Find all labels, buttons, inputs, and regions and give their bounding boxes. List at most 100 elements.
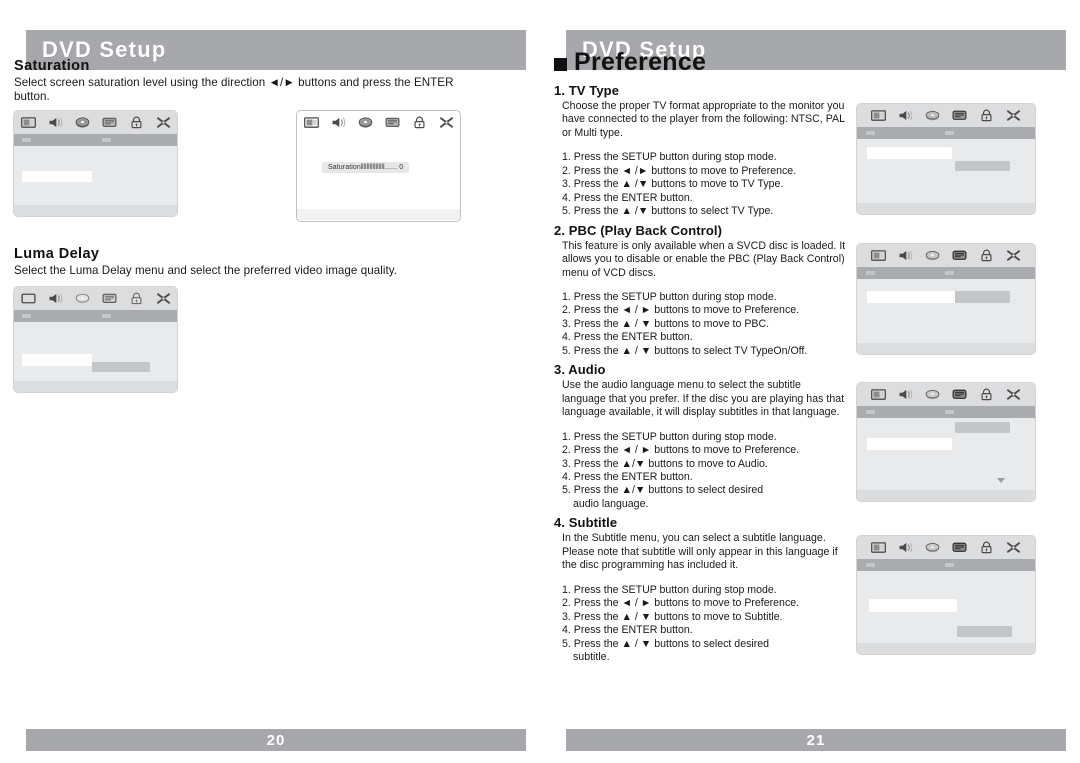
osd-highlight-row	[22, 354, 92, 367]
tv-icon	[303, 117, 319, 129]
item-heading: 3. Audio	[554, 362, 606, 378]
speaker-icon	[899, 110, 912, 121]
tools-icon	[1006, 249, 1020, 261]
osd-icon-bar	[856, 383, 1035, 407]
osd-selection-row	[954, 422, 1010, 434]
tools-icon	[1006, 542, 1020, 554]
step-item: 2. Press the ◄ /► buttons to move to Pre…	[562, 164, 797, 177]
tab-marker	[865, 131, 875, 135]
osd-body	[856, 571, 1035, 655]
item-description: This feature is only available when a SV…	[562, 239, 846, 279]
disc-icon	[75, 294, 89, 304]
tab-marker	[944, 410, 954, 415]
saturation-slider-chip[interactable]: Saturation‖‖‖‖‖‖‖‖...... 0	[322, 162, 410, 174]
item-heading: 4. Subtitle	[554, 515, 618, 531]
tab-marker	[102, 314, 111, 319]
step-item: 4. Press the ENTER button.	[562, 191, 693, 204]
item-description: Choose the proper TV format appropriate …	[562, 100, 845, 139]
osd-selection-row	[956, 626, 1012, 638]
step-item-continuation: audio language.	[573, 497, 649, 510]
lock-icon	[131, 293, 141, 305]
osd-body: Saturation‖‖‖‖‖‖‖‖...... 0	[297, 134, 460, 221]
osd-tab-bar	[14, 134, 177, 147]
saturation-menu-screen	[14, 111, 177, 217]
disc-icon	[925, 390, 939, 400]
speaker-icon	[899, 543, 912, 553]
osd-footer-bar	[14, 381, 177, 393]
osd-body	[14, 322, 177, 393]
tv-icon	[870, 389, 886, 401]
osd-icon-bar	[14, 111, 177, 135]
item-screenshot-column	[856, 240, 1035, 359]
step-item: 2. Press the ◄ / ► buttons to move to Pr…	[562, 444, 800, 457]
osd-footer-bar	[14, 205, 177, 217]
osd-body	[856, 278, 1035, 354]
osd-tab-bar	[856, 127, 1035, 139]
display-icon	[102, 117, 116, 128]
page-number: 20	[266, 731, 286, 749]
left-page-content: Saturation Select screen saturation leve…	[14, 58, 484, 398]
lock-icon	[981, 109, 992, 122]
display-icon	[952, 389, 967, 400]
tv-type-osd-screen	[856, 104, 1035, 214]
saturation-value: 0	[399, 164, 404, 172]
osd-body	[856, 418, 1035, 502]
pbc-osd-screen	[856, 243, 1035, 354]
osd-selection-row	[954, 161, 1010, 171]
disc-icon	[75, 117, 89, 128]
item-steps: 1. Press the SETUP button during stop mo…	[562, 431, 847, 512]
lock-icon	[413, 116, 425, 129]
osd-footer-bar	[856, 643, 1035, 655]
section-saturation: Saturation Select screen saturation leve…	[14, 58, 484, 224]
osd-selection-row	[954, 290, 1010, 303]
disc-icon	[925, 250, 939, 260]
saturation-label: Saturation	[328, 164, 361, 172]
item-screenshot-column	[856, 100, 1035, 219]
tab-marker	[22, 138, 31, 143]
step-item: 5. Press the ▲ /▼ buttons to select TV T…	[562, 205, 774, 218]
item-heading: 1. TV Type	[554, 83, 620, 98]
section-description: Select the Luma Delay menu and select th…	[14, 264, 397, 278]
osd-selection-row	[92, 362, 150, 373]
step-item: 3. Press the ▲/▼ buttons to move to Audi…	[562, 457, 768, 470]
audio-osd-screen	[856, 383, 1035, 502]
manual-page-spread: DVD Setup Saturation Select screen satur…	[0, 0, 1080, 763]
preference-title: Preference	[574, 48, 707, 76]
osd-body	[856, 139, 1035, 214]
osd-highlight-row	[868, 599, 957, 613]
scroll-down-caret-icon	[996, 478, 1005, 484]
tools-icon	[439, 117, 453, 128]
step-item: 4. Press the ENTER button.	[562, 470, 693, 483]
lock-icon	[981, 388, 992, 401]
section-heading: Luma Delay	[14, 246, 100, 263]
item-pbc: 2. PBC (Play Back Control) This feature …	[554, 223, 1035, 359]
tab-marker	[865, 270, 875, 275]
tools-icon	[1006, 110, 1020, 121]
tab-marker	[22, 314, 31, 319]
step-item: 1. Press the SETUP button during stop mo…	[562, 583, 777, 596]
left-page-footer: 20	[26, 729, 526, 751]
speaker-icon	[899, 389, 912, 400]
step-item: 3. Press the ▲ / ▼ buttons to move to PB…	[562, 317, 770, 330]
item-audio: 3. Audio Use the audio language menu to …	[554, 362, 1035, 512]
item-steps: 1. Press the SETUP button during stop mo…	[562, 151, 847, 218]
display-icon	[952, 542, 967, 553]
step-item: 4. Press the ENTER button.	[562, 331, 693, 344]
step-item: 5. Press the ▲ / ▼ buttons to select des…	[562, 637, 770, 650]
osd-highlight-row	[866, 290, 955, 303]
tv-icon	[20, 293, 36, 304]
step-item: 1. Press the SETUP button during stop mo…	[562, 290, 777, 303]
section-heading: Saturation	[14, 58, 90, 74]
lock-icon	[130, 116, 142, 129]
right-page: DVD Setup Preference 1. TV Type Choose t…	[540, 0, 1080, 763]
left-page: DVD Setup Saturation Select screen satur…	[0, 0, 540, 763]
osd-icon-bar	[297, 111, 460, 135]
step-item: 5. Press the ▲ / ▼ buttons to select TV …	[562, 344, 808, 357]
osd-tab-bar	[856, 266, 1035, 279]
display-icon	[952, 110, 967, 120]
speaker-icon	[49, 294, 62, 304]
page-number: 21	[806, 731, 826, 749]
speaker-icon	[49, 117, 62, 128]
step-item: 1. Press the SETUP button during stop mo…	[562, 430, 777, 443]
